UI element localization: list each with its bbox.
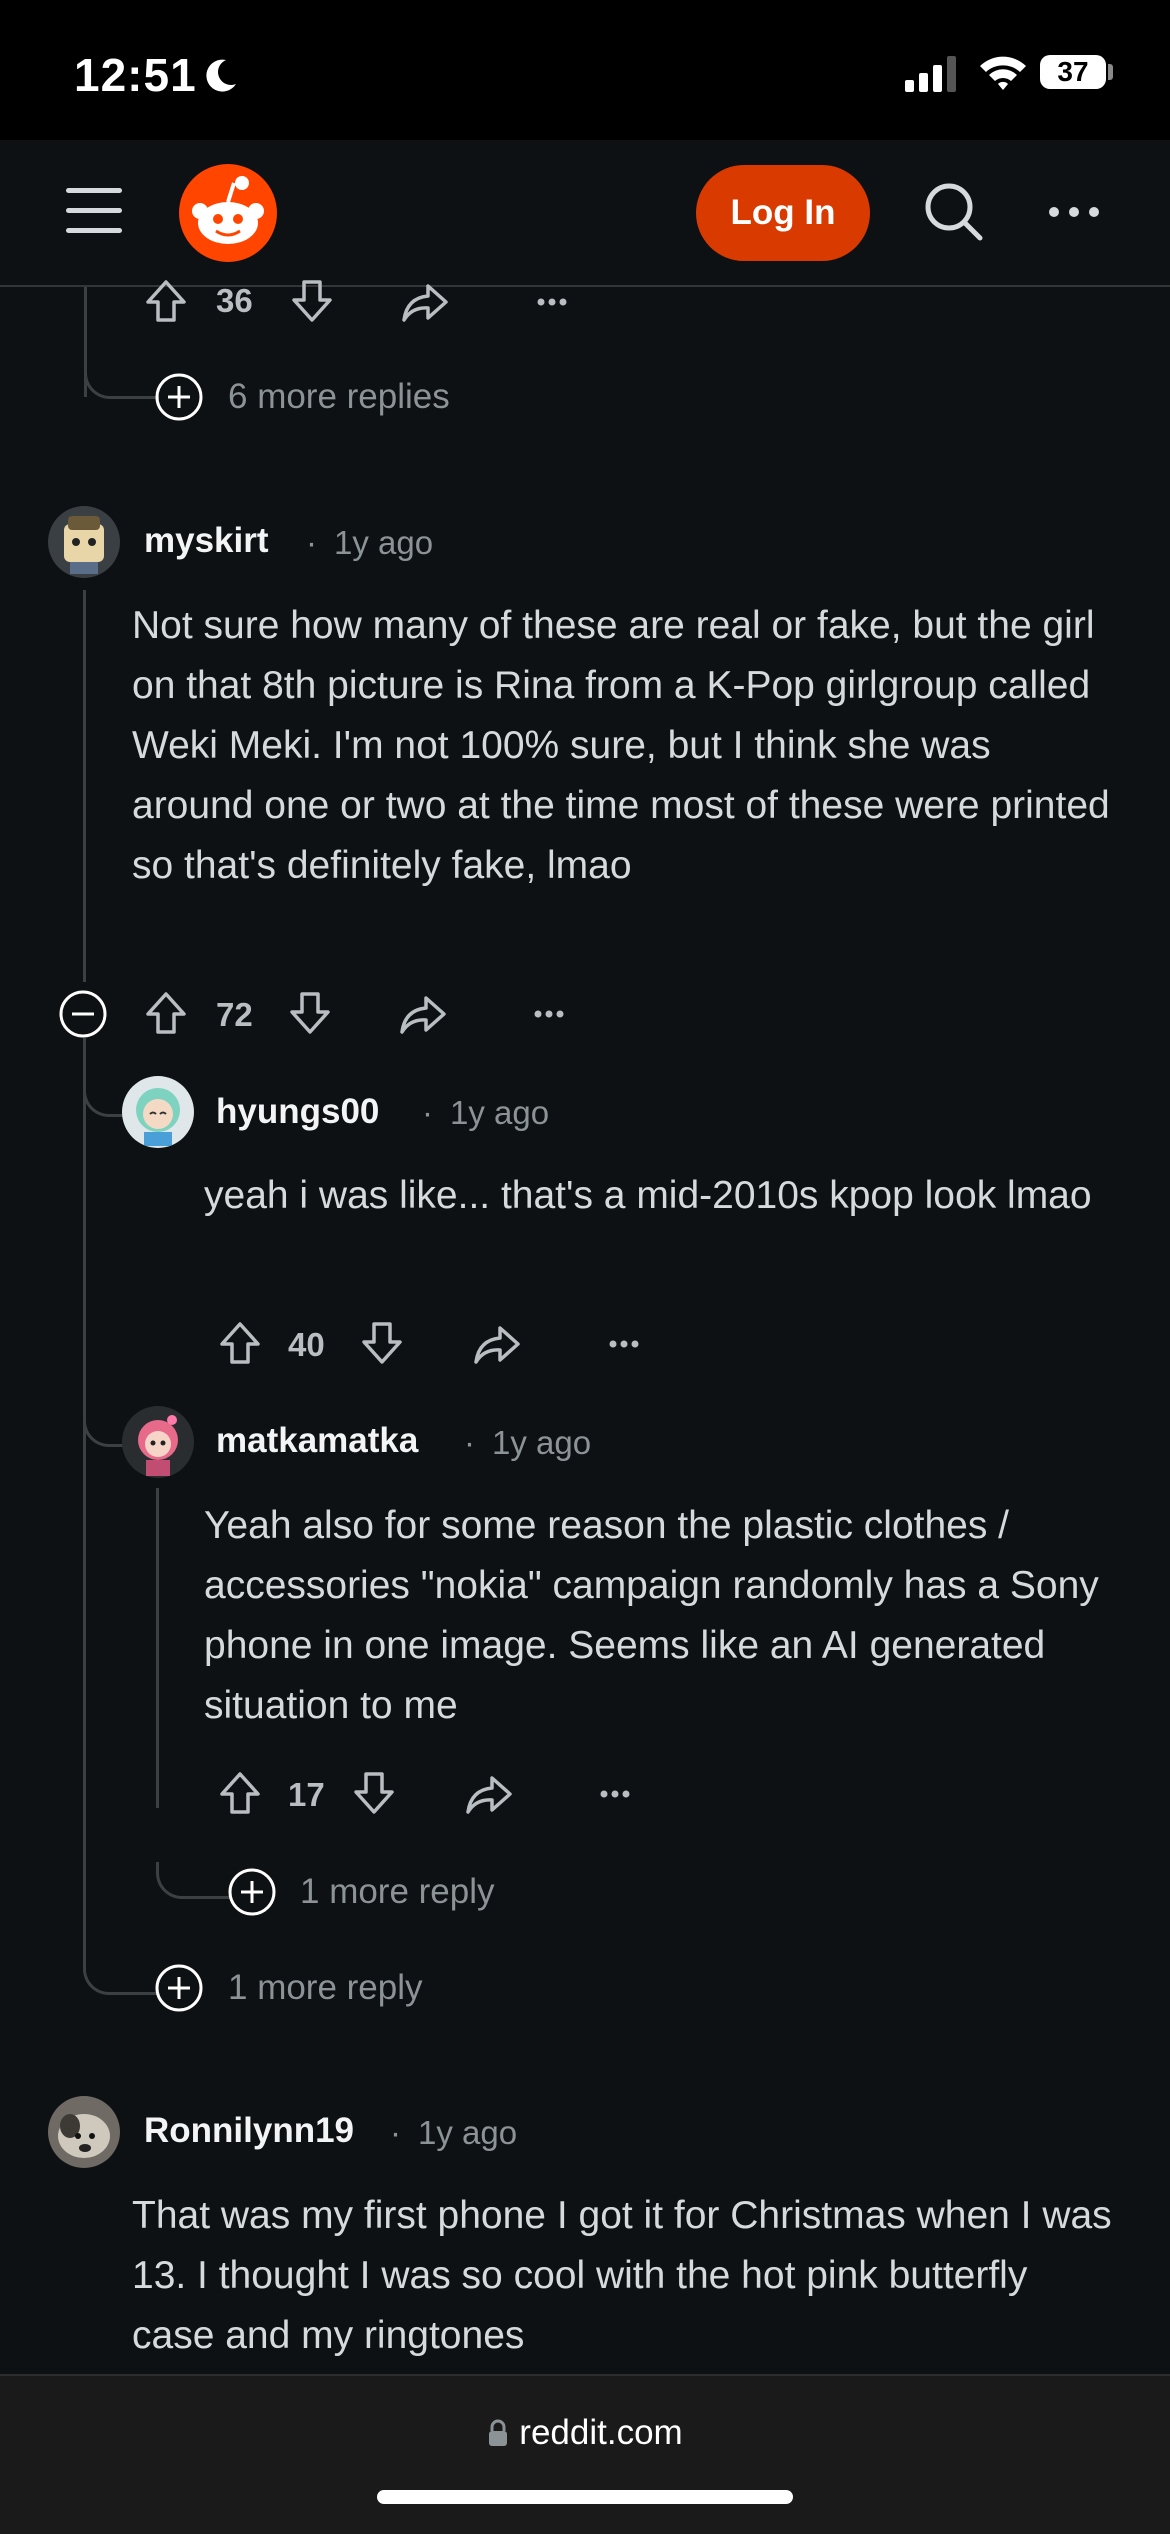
more-actions-icon[interactable] (598, 1788, 632, 1800)
thread-branch (83, 1080, 126, 1117)
url-text: reddit.com (519, 2413, 683, 2452)
more-replies-link[interactable]: 1 more reply (228, 1968, 423, 2008)
comment-body: Yeah also for some reason the plastic cl… (204, 1504, 1099, 1727)
thread-branch (84, 362, 159, 399)
more-actions-icon[interactable] (535, 296, 569, 308)
vote-count: 40 (288, 1326, 325, 1363)
thread-line (83, 590, 86, 982)
moon-icon (206, 59, 236, 92)
comment-age: 1y ago (450, 1094, 550, 1131)
status-time: 12:51 (74, 49, 197, 101)
reddit-logo-icon[interactable] (178, 163, 278, 263)
share-icon[interactable] (464, 1772, 514, 1816)
more-actions-icon[interactable] (607, 1338, 641, 1350)
comment-username[interactable]: Ronnilynn19 (144, 2111, 354, 2151)
vote-count: 36 (216, 282, 253, 319)
hamburger-menu-icon[interactable] (66, 188, 122, 234)
comment-body: yeah i was like... that's a mid-2010s kp… (204, 1174, 1092, 1217)
downvote-icon[interactable] (352, 1770, 396, 1816)
more-replies-link[interactable]: 6 more replies (228, 377, 450, 417)
comment-meta-dot: · (306, 524, 317, 561)
comment-age: 1y ago (492, 1424, 592, 1461)
comment-body: That was my first phone I got it for Chr… (132, 2194, 1112, 2357)
share-icon[interactable] (400, 280, 450, 324)
upvote-icon[interactable] (144, 278, 188, 324)
browser-bottom-bar (0, 2374, 1170, 2534)
comment-meta-dot: · (390, 2114, 401, 2151)
more-actions-icon[interactable] (532, 1008, 566, 1020)
thread-branch (83, 1958, 158, 1995)
comment-username[interactable]: hyungs00 (216, 1092, 379, 1132)
home-indicator[interactable] (377, 2490, 793, 2504)
upvote-icon[interactable] (144, 990, 188, 1036)
login-button[interactable]: Log In (696, 165, 870, 261)
more-replies-link[interactable]: 1 more reply (300, 1872, 495, 1912)
lock-icon (489, 2419, 508, 2446)
downvote-icon[interactable] (290, 278, 334, 324)
thread-branch (83, 1410, 126, 1447)
battery-level: 37 (1057, 56, 1089, 87)
comment-body: Not sure how many of these are real or f… (132, 604, 1110, 887)
avatar[interactable] (122, 1076, 194, 1148)
share-icon[interactable] (398, 992, 448, 1036)
app-header (0, 140, 1170, 287)
vote-count: 72 (216, 996, 253, 1033)
upvote-icon[interactable] (218, 1320, 262, 1366)
collapse-thread-icon[interactable] (59, 990, 107, 1038)
comment-meta-dot: · (422, 1094, 433, 1131)
more-options-icon[interactable] (1048, 195, 1100, 229)
comment-username[interactable]: myskirt (144, 521, 269, 561)
thread-line (83, 1038, 86, 1958)
comment-meta-dot: · (464, 1424, 475, 1461)
cellular-signal-icon (905, 56, 956, 92)
downvote-icon[interactable] (360, 1320, 404, 1366)
comment-age: 1y ago (334, 524, 434, 561)
thread-branch (156, 1862, 231, 1899)
upvote-icon[interactable] (218, 1770, 262, 1816)
avatar[interactable] (48, 2096, 120, 2168)
url-bar[interactable]: reddit.com (0, 2413, 1170, 2453)
downvote-icon[interactable] (288, 990, 332, 1036)
expand-replies-icon[interactable] (228, 1868, 276, 1916)
comment-age: 1y ago (418, 2114, 518, 2151)
thread-line (156, 1488, 159, 1808)
wifi-icon (980, 56, 1026, 90)
expand-replies-icon[interactable] (155, 373, 203, 421)
avatar[interactable] (48, 506, 120, 578)
expand-replies-icon[interactable] (155, 1964, 203, 2012)
vote-count: 17 (288, 1776, 325, 1813)
search-icon[interactable] (922, 180, 984, 242)
comment-username[interactable]: matkamatka (216, 1421, 418, 1461)
battery-cap (1108, 64, 1113, 80)
share-icon[interactable] (472, 1322, 522, 1366)
avatar[interactable] (122, 1406, 194, 1478)
